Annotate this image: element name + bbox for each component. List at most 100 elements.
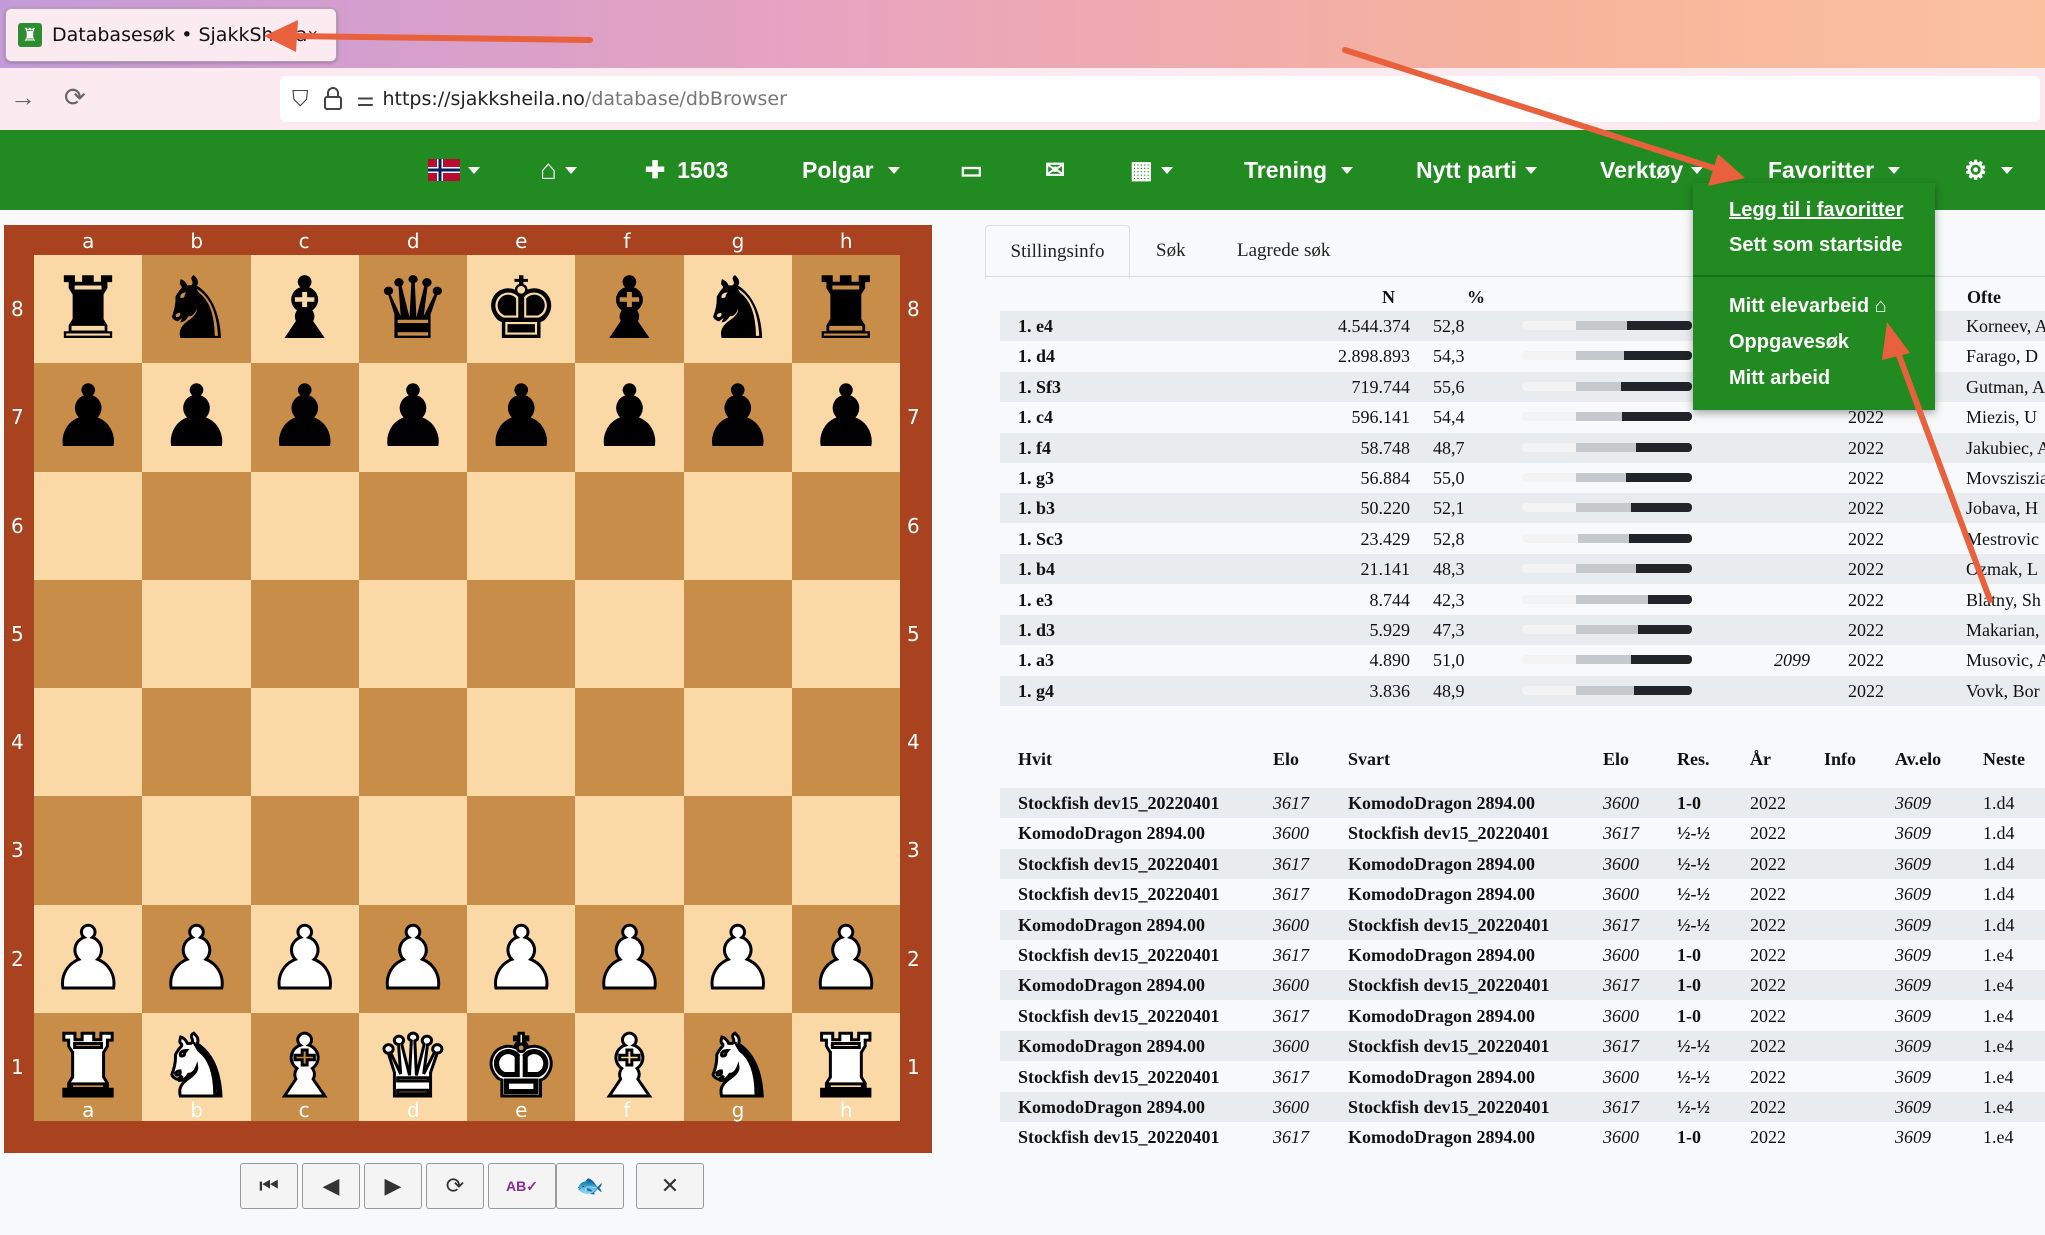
square-d6[interactable] — [358, 471, 467, 580]
black-bishop-icon[interactable]: ♝ — [591, 266, 668, 352]
square-g4[interactable] — [683, 688, 792, 797]
square-c2[interactable]: ♟ — [250, 904, 359, 1013]
square-g5[interactable] — [683, 579, 792, 688]
game-row[interactable]: Stockfish dev15_20220401 3617 KomodoDragon… — [1000, 788, 2045, 818]
first-move-button[interactable]: ⏮ — [240, 1163, 298, 1209]
col-hvit-header[interactable]: Hvit — [1018, 749, 1052, 770]
square-g3[interactable] — [683, 796, 792, 905]
black-rook-icon[interactable]: ♜ — [50, 266, 127, 352]
black-pawn-icon[interactable]: ♟ — [50, 374, 127, 460]
col-neste-header[interactable]: Neste — [1983, 749, 2025, 770]
col-ar-header[interactable]: År — [1750, 749, 1771, 770]
nytt-parti-menu[interactable]: Nytt parti — [1416, 130, 1537, 210]
square-g2[interactable]: ♟ — [683, 904, 792, 1013]
square-a2[interactable]: ♟ — [34, 904, 143, 1013]
square-a5[interactable] — [34, 579, 143, 688]
game-row[interactable]: KomodoDragon 2894.00 3600 Stockfish dev15_… — [1000, 1031, 2045, 1062]
white-bishop-icon[interactable]: ♝ — [589, 1022, 669, 1111]
square-f4[interactable] — [575, 688, 684, 797]
tools-button[interactable]: ✕ — [636, 1163, 704, 1209]
black-knight-icon[interactable]: ♞ — [158, 266, 235, 352]
square-c3[interactable] — [250, 796, 359, 905]
browser-tab[interactable]: ♜ Databasesøk • SjakkSheila × — [5, 8, 337, 62]
black-rook-icon[interactable]: ♜ — [807, 266, 884, 352]
black-pawn-icon[interactable]: ♟ — [266, 374, 343, 460]
reload-icon[interactable]: ⟳ — [64, 82, 86, 113]
flip-board-button[interactable]: ⟳ — [426, 1163, 484, 1209]
board-menu[interactable]: ▦ — [1130, 130, 1173, 210]
square-a3[interactable] — [34, 796, 143, 905]
move-row[interactable]: 1. b3 50.220 52,1 2022 Jobava, H — [1000, 493, 2045, 524]
mail-link[interactable]: ✉ — [1045, 130, 1065, 210]
white-pawn-icon[interactable]: ♟ — [156, 914, 236, 1003]
square-f2[interactable]: ♟ — [575, 904, 684, 1013]
square-e8[interactable]: ♚ — [467, 255, 576, 364]
white-bishop-icon[interactable]: ♝ — [265, 1022, 345, 1111]
game-row[interactable]: Stockfish dev15_20220401 3617 KomodoDragon… — [1000, 879, 2045, 909]
white-pawn-icon[interactable]: ♟ — [589, 914, 669, 1003]
square-b7[interactable]: ♟ — [142, 363, 251, 472]
game-row[interactable]: Stockfish dev15_20220401 3617 KomodoDragon… — [1000, 1062, 2045, 1092]
square-c5[interactable] — [250, 579, 359, 688]
square-e4[interactable] — [467, 688, 576, 797]
white-pawn-icon[interactable]: ♟ — [48, 914, 128, 1003]
square-a4[interactable] — [34, 688, 143, 797]
square-b2[interactable]: ♟ — [142, 904, 251, 1013]
square-e6[interactable] — [467, 471, 576, 580]
game-row[interactable]: KomodoDragon 2894.00 3600 Stockfish dev15_… — [1000, 970, 2045, 1001]
col-elo2-header[interactable]: Elo — [1603, 749, 1629, 770]
square-d2[interactable]: ♟ — [358, 904, 467, 1013]
url-bar[interactable]: ⛉ ⚌ https://sjakksheila.no/database/dbBr… — [280, 76, 2040, 122]
square-a7[interactable]: ♟ — [34, 363, 143, 472]
square-f7[interactable]: ♟ — [575, 363, 684, 472]
square-f6[interactable] — [575, 471, 684, 580]
lock-icon[interactable] — [323, 87, 343, 111]
game-row[interactable]: KomodoDragon 2894.00 3600 Stockfish dev15_… — [1000, 1092, 2045, 1122]
square-c8[interactable]: ♝ — [250, 255, 359, 364]
engine-button[interactable]: 🐟 — [556, 1163, 624, 1209]
square-c4[interactable] — [250, 688, 359, 797]
white-pawn-icon[interactable]: ♟ — [806, 914, 886, 1003]
col-svart-header[interactable]: Svart — [1348, 749, 1390, 770]
square-e5[interactable] — [467, 579, 576, 688]
game-row[interactable]: Stockfish dev15_20220401 3617 KomodoDragon… — [1000, 1122, 2045, 1152]
white-rook-icon[interactable]: ♜ — [48, 1022, 128, 1111]
game-row[interactable]: KomodoDragon 2894.00 3600 Stockfish dev15_… — [1000, 818, 2045, 848]
game-row[interactable]: Stockfish dev15_20220401 3617 KomodoDragon… — [1000, 1001, 2045, 1031]
shield-icon[interactable]: ⛉ — [292, 86, 309, 112]
square-g7[interactable]: ♟ — [683, 363, 792, 472]
url-text[interactable]: https://sjakksheila.no/database/dbBrowse… — [382, 88, 786, 110]
square-h2[interactable]: ♟ — [791, 904, 900, 1013]
set-startpage-item[interactable]: Sett som startside — [1729, 234, 1902, 257]
square-h4[interactable] — [791, 688, 900, 797]
tab-close-icon[interactable]: × — [307, 25, 318, 46]
square-h8[interactable]: ♜ — [791, 255, 900, 364]
move-row[interactable]: 1. g3 56.884 55,0 2022 Movsziszian — [1000, 463, 2045, 493]
oppgavesok-item[interactable]: Oppgavesøk — [1729, 331, 1849, 354]
square-f5[interactable] — [575, 579, 684, 688]
home-menu[interactable]: ⌂ — [540, 130, 577, 210]
move-row[interactable]: 1. Sc3 23.429 52,8 2022 Mestrovic — [1000, 524, 2045, 554]
square-e2[interactable]: ♟ — [467, 904, 576, 1013]
trening-menu[interactable]: Trening — [1244, 130, 1354, 210]
polgar-menu[interactable]: Polgar — [802, 130, 900, 210]
notation-button[interactable]: AB✓ — [488, 1163, 556, 1209]
square-b3[interactable] — [142, 796, 251, 905]
col-elo1-header[interactable]: Elo — [1273, 749, 1299, 770]
white-king-icon[interactable]: ♚ — [481, 1022, 561, 1111]
col-info-header[interactable]: Info — [1824, 749, 1856, 770]
forward-icon[interactable]: → — [10, 82, 36, 113]
square-b5[interactable] — [142, 579, 251, 688]
col-res-header[interactable]: Res. — [1677, 749, 1710, 770]
black-bishop-icon[interactable]: ♝ — [266, 266, 343, 352]
white-knight-icon[interactable]: ♞ — [156, 1022, 236, 1111]
square-d8[interactable]: ♛ — [358, 255, 467, 364]
black-pawn-icon[interactable]: ♟ — [374, 374, 451, 460]
col-avelo-header[interactable]: Av.elo — [1895, 749, 1941, 770]
square-h7[interactable]: ♟ — [791, 363, 900, 472]
square-f3[interactable] — [575, 796, 684, 905]
square-g6[interactable] — [683, 471, 792, 580]
settings-menu[interactable]: ⚙ — [1964, 130, 2014, 210]
white-pawn-icon[interactable]: ♟ — [698, 914, 778, 1003]
square-d5[interactable] — [358, 579, 467, 688]
